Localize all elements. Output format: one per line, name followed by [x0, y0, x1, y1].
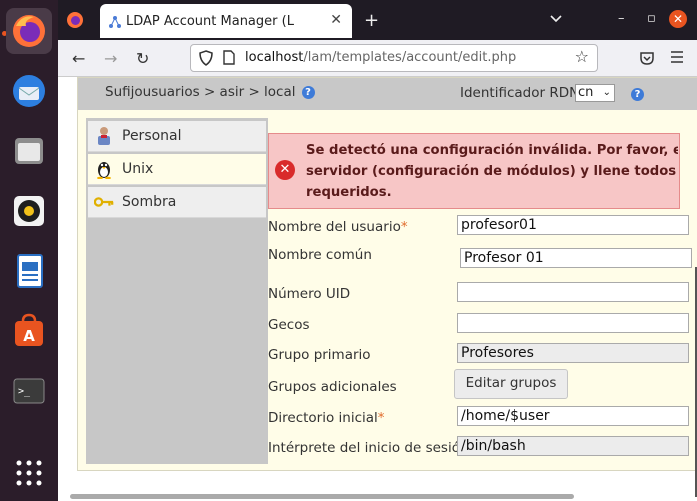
url-bar[interactable]: localhost/lam/templates/account/edit.php… — [190, 44, 598, 72]
error-icon: ✕ — [275, 160, 295, 180]
error-message-text: Se detectó una configuración inválida. P… — [306, 140, 678, 203]
username-label: Nombre del usuario* — [268, 219, 408, 235]
files-icon[interactable] — [6, 128, 52, 174]
home-directory-field[interactable]: /home/$user — [457, 406, 689, 426]
forward-arrow-icon[interactable]: → — [104, 49, 117, 68]
tab-close-icon[interactable]: ✕ — [330, 12, 342, 28]
menu-icon[interactable] — [670, 51, 684, 63]
back-arrow-icon[interactable]: ← — [72, 49, 85, 68]
reload-icon[interactable]: ↻ — [136, 49, 149, 68]
required-marker: * — [377, 410, 385, 426]
chevron-down-icon: ⌄ — [602, 87, 611, 98]
username-label-text: Nombre del usuario — [268, 219, 401, 235]
key-icon — [94, 192, 114, 212]
primary-group-label: Grupo primario — [268, 347, 371, 363]
browser-titlebar: LDAP Account Manager (L ✕ + – ▫ ✕ — [58, 0, 697, 40]
row-gecos: Gecos — [268, 313, 689, 339]
home-directory-label: Directorio inicial* — [268, 410, 385, 426]
additional-groups-label: Grupos adicionales — [268, 379, 397, 395]
help-icon[interactable]: ? — [301, 85, 315, 99]
login-shell-label: Intérprete del inicio de sesión — [268, 440, 469, 456]
common-name-field[interactable]: Profesor 01 — [460, 248, 692, 268]
software-icon[interactable]: A — [6, 308, 52, 354]
primary-group-select[interactable]: Profesores — [457, 343, 689, 363]
tab-title: LDAP Account Manager (L — [126, 13, 294, 29]
firefox-icon[interactable] — [6, 8, 52, 54]
gecos-label: Gecos — [268, 317, 310, 333]
common-name-label: Nombre común — [268, 247, 372, 263]
rdn-help-icon[interactable]: ? — [631, 88, 644, 101]
username-field[interactable]: profesor01 — [457, 215, 689, 235]
sidebar-item-label: Personal — [122, 128, 182, 144]
rdn-select[interactable]: cn ⌄ — [575, 84, 615, 102]
tab-ldap-account-manager[interactable]: LDAP Account Manager (L ✕ — [100, 4, 352, 38]
gecos-field[interactable] — [457, 313, 689, 333]
svg-text:A: A — [23, 327, 35, 345]
row-additional-groups: Grupos adicionales Editar grupos — [268, 369, 678, 401]
row-username: Nombre del usuario* profesor01 — [268, 215, 689, 241]
home-directory-label-text: Directorio inicial — [268, 410, 378, 426]
required-marker: * — [400, 219, 408, 235]
tux-icon — [94, 159, 114, 179]
rhythmbox-icon[interactable] — [6, 188, 52, 234]
error-line-1: Se detectó una configuración inválida. P… — [306, 143, 678, 158]
thunderbird-icon[interactable] — [6, 68, 52, 114]
row-login-shell: Intérprete del inicio de sesión /bin/bas… — [268, 436, 689, 462]
uid-label: Número UID — [268, 286, 351, 302]
tab-list-chevron-icon[interactable] — [550, 15, 562, 23]
terminal-icon[interactable]: >_ — [6, 368, 52, 414]
breadcrumb: Sufijousuarios > asir > local? — [105, 84, 315, 100]
error-message-box: ✕ Se detectó una configuración inválida.… — [268, 133, 680, 209]
sidebar-item-personal[interactable]: Personal — [88, 121, 266, 152]
url-host: localhost — [245, 50, 304, 65]
browser-navbar: ← → ↻ localhost/lam/templates/account/ed… — [58, 40, 697, 77]
edit-groups-button[interactable]: Editar grupos — [454, 369, 568, 399]
sidebar-item-label: Unix — [122, 161, 154, 177]
svg-text:>_: >_ — [18, 386, 31, 397]
sidebar-item-sombra[interactable]: Sombra — [88, 187, 266, 218]
breadcrumb-text: Sufijousuarios > asir > local — [105, 84, 296, 100]
lam-favicon-icon — [108, 14, 122, 33]
row-uid: Número UID — [268, 282, 689, 308]
row-primary-group: Grupo primario Profesores — [268, 343, 689, 369]
bookmark-star-icon[interactable]: ☆ — [575, 47, 589, 66]
row-home-directory: Directorio inicial* /home/$user — [268, 406, 689, 432]
rdn-label: Identificador RDN — [460, 85, 580, 101]
maximize-button[interactable]: ▫ — [647, 11, 656, 26]
minimize-button[interactable]: – — [618, 11, 625, 26]
error-line-2: servidor (configuración de módulos) y ll… — [306, 164, 678, 179]
writer-icon[interactable] — [6, 248, 52, 294]
pocket-icon[interactable] — [639, 50, 655, 66]
person-icon — [94, 126, 114, 146]
uid-field[interactable] — [457, 282, 689, 302]
horizontal-scrollbar[interactable] — [70, 494, 574, 499]
sidebar-item-label: Sombra — [122, 194, 177, 210]
shield-icon[interactable] — [199, 50, 213, 66]
login-shell-select[interactable]: /bin/bash — [457, 436, 689, 456]
firefox-view-icon[interactable] — [66, 11, 84, 29]
sidebar-item-unix[interactable]: Unix — [88, 154, 266, 185]
page-info-icon[interactable] — [223, 50, 235, 65]
close-window-button[interactable]: ✕ — [669, 10, 687, 28]
ubuntu-dock: A >_ — [0, 0, 58, 501]
url-path: /lam/templates/account/edit.php — [303, 50, 517, 65]
row-common-name: Nombre común Profesor 01 — [268, 243, 692, 269]
url-text[interactable]: localhost/lam/templates/account/edit.php — [245, 50, 516, 65]
breadcrumb-bar: Sufijousuarios > asir > local? Identific… — [78, 78, 697, 110]
rdn-select-value: cn — [578, 85, 594, 100]
module-sidebar: Personal Unix Sombra — [86, 118, 268, 464]
apps-grid-icon[interactable] — [6, 450, 52, 496]
error-line-3: requeridos. — [306, 185, 392, 200]
page-content: Sufijousuarios > asir > local? Identific… — [58, 77, 697, 501]
new-tab-button[interactable]: + — [364, 10, 379, 31]
